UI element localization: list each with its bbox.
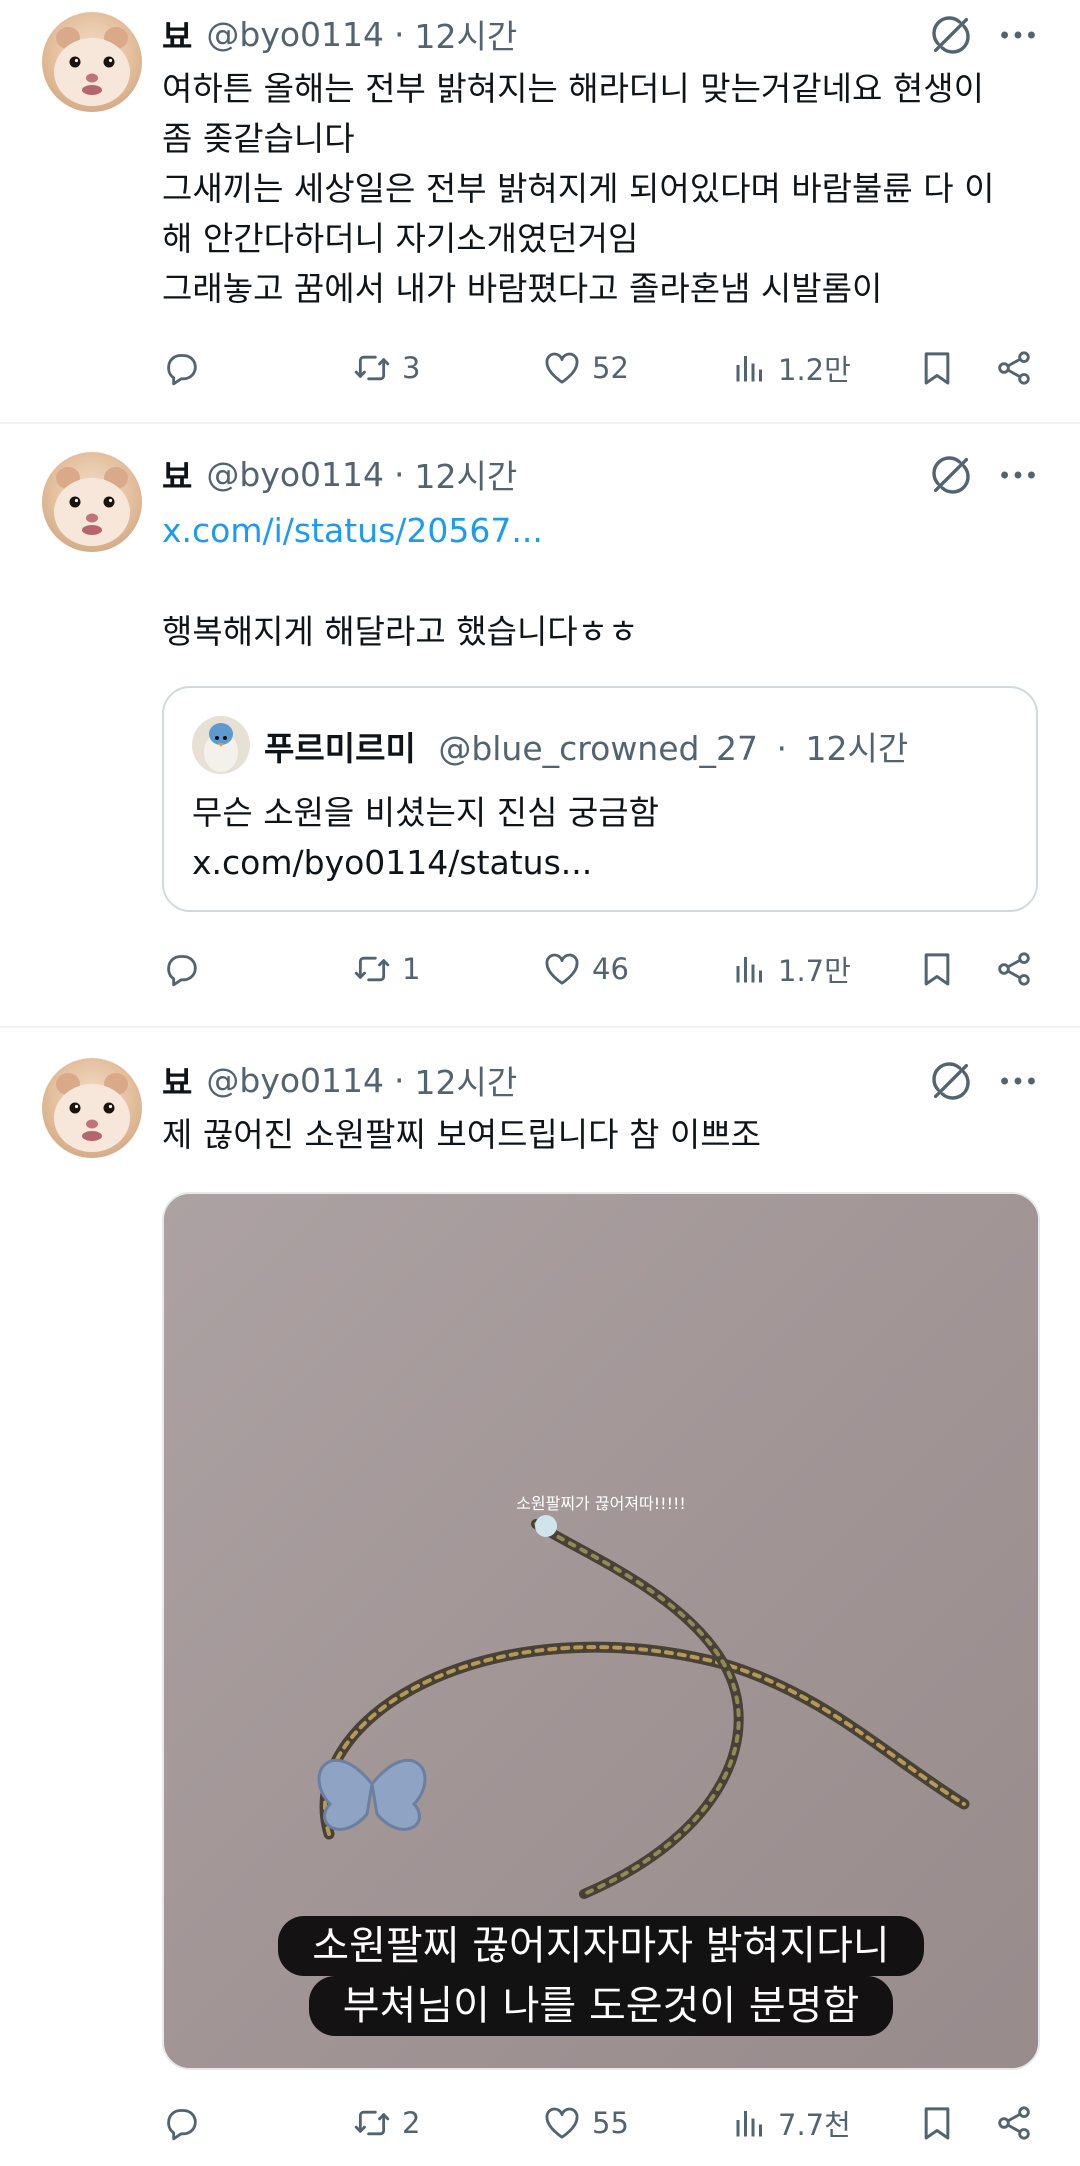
more-icon[interactable]	[995, 12, 1041, 58]
grok-icon[interactable]	[928, 12, 974, 58]
tweet-text: 행복해지게 해달라고 했습니다ㅎㅎ	[162, 612, 639, 651]
like-count: 55	[592, 2106, 629, 2140]
views-button[interactable]: 1.7만	[732, 944, 851, 994]
handle[interactable]: @byo0114	[206, 1061, 384, 1100]
reply-button[interactable]	[162, 2098, 212, 2148]
separator-dot: ·	[394, 1060, 405, 1100]
subtitle-line-2: 부쳐님이 나를 도운것이 분명함	[308, 1976, 894, 2036]
avatar[interactable]	[42, 1058, 142, 1158]
tweet-text: 제 끊어진 소원팔찌 보여드립니다 참 이쁘조	[162, 1115, 761, 1154]
share-icon	[994, 348, 1034, 388]
tweet[interactable]: 뵤 @byo0114 · 12시간 여하튼 올해는 전부 밝혀지는 해라더니 맞…	[0, 0, 1080, 420]
heart-icon	[542, 2103, 582, 2143]
tweet[interactable]: 뵤 @byo0114 · 12시간 제 끊어진 소원팔찌 보여드립니다 참 이쁘…	[0, 1028, 1080, 2166]
like-count: 52	[592, 351, 629, 385]
timestamp[interactable]: 12시간	[415, 10, 518, 58]
separator-dot: ·	[394, 14, 405, 54]
retweet-icon	[352, 2103, 392, 2143]
separator-dot: ·	[776, 729, 787, 768]
bookmark-icon	[917, 949, 957, 989]
retweet-count: 1	[402, 952, 421, 986]
display-name[interactable]: 뵤	[162, 1056, 192, 1104]
more-icon[interactable]	[995, 1058, 1041, 1104]
retweet-icon	[352, 949, 392, 989]
heart-icon	[542, 348, 582, 388]
timestamp[interactable]: 12시간	[415, 450, 518, 498]
tweet-header: 뵤 @byo0114 · 12시간	[162, 14, 517, 57]
photo-caption: 소원팔찌가 끊어져따!!!!!	[516, 1494, 686, 1513]
like-button[interactable]: 46	[542, 944, 629, 994]
quote-avatar	[192, 716, 250, 774]
tweet-link[interactable]: x.com/i/status/20567...	[162, 511, 543, 550]
share-icon	[994, 2103, 1034, 2143]
display-name[interactable]: 뵤	[162, 10, 192, 58]
retweet-button[interactable]: 1	[352, 944, 420, 994]
like-button[interactable]: 55	[542, 2098, 629, 2148]
like-button[interactable]: 52	[542, 343, 629, 393]
view-count: 1.2만	[778, 353, 851, 387]
share-button[interactable]	[994, 2098, 1044, 2148]
quote-timestamp: 12시간	[805, 729, 909, 768]
quote-text: 무슨 소원을 비셨는지 진심 궁금함 x.com/byo0114/status.…	[192, 793, 659, 882]
heart-icon	[542, 949, 582, 989]
views-icon	[732, 350, 768, 386]
avatar[interactable]	[42, 452, 142, 552]
tweet-header: 뵤 @byo0114 · 12시간	[162, 454, 517, 497]
subtitle-box: 소원팔찌 끊어지자마자 밝혀지다니 부쳐님이 나를 도운것이 분명함	[164, 1916, 1038, 2036]
view-count: 7.7천	[778, 2108, 851, 2142]
tweet-text: 여하튼 올해는 전부 밝혀지는 해라더니 맞는거같네요 현생이 좀 좆같습니다 …	[162, 69, 995, 308]
reply-button[interactable]	[162, 944, 212, 994]
reply-icon	[162, 2103, 202, 2143]
quoted-tweet[interactable]: 푸르미르미 @blue_crowned_27 · 12시간 무슨 소원을 비셨는…	[162, 686, 1038, 912]
reply-icon	[162, 348, 202, 388]
handle[interactable]: @byo0114	[206, 15, 384, 54]
retweet-button[interactable]: 2	[352, 2098, 420, 2148]
tweet[interactable]: 뵤 @byo0114 · 12시간 x.com/i/status/20567..…	[0, 424, 1080, 1024]
view-count: 1.7만	[778, 954, 851, 988]
share-button[interactable]	[994, 944, 1044, 994]
bookmark-icon	[917, 348, 957, 388]
reply-button[interactable]	[162, 343, 212, 393]
quote-display-name: 푸르미르미	[264, 729, 416, 768]
tweet-header: 뵤 @byo0114 · 12시간	[162, 1060, 517, 1103]
retweet-icon	[352, 348, 392, 388]
bookmark-button[interactable]	[917, 2098, 967, 2148]
views-button[interactable]: 7.7천	[732, 2098, 851, 2148]
tweet-photo[interactable]: 소원팔찌가 끊어져따!!!!! 소원팔찌 끊어지자마자 밝혀지다니 부쳐님이 나…	[162, 1192, 1040, 2070]
quote-header: 푸르미르미 @blue_crowned_27 · 12시간	[264, 722, 908, 770]
views-icon	[732, 2105, 768, 2141]
share-button[interactable]	[994, 343, 1044, 393]
quote-handle: @blue_crowned_27	[438, 729, 758, 768]
timestamp[interactable]: 12시간	[415, 1056, 518, 1104]
action-bar: 3 52 1.2만	[162, 343, 1042, 393]
more-icon[interactable]	[995, 452, 1041, 498]
retweet-count: 3	[402, 351, 421, 385]
avatar[interactable]	[42, 12, 142, 112]
reply-icon	[162, 949, 202, 989]
bookmark-icon	[917, 2103, 957, 2143]
retweet-count: 2	[402, 2106, 421, 2140]
grok-icon[interactable]	[928, 452, 974, 498]
display-name[interactable]: 뵤	[162, 450, 192, 498]
handle[interactable]: @byo0114	[206, 455, 384, 494]
separator-dot: ·	[394, 454, 405, 494]
views-button[interactable]: 1.2만	[732, 343, 851, 393]
subtitle-line-1: 소원팔찌 끊어지자마자 밝혀지다니	[278, 1916, 924, 1976]
bookmark-button[interactable]	[917, 944, 967, 994]
grok-icon[interactable]	[928, 1058, 974, 1104]
action-bar: 1 46 1.7만	[162, 944, 1042, 994]
action-bar: 2 55 7.7천	[162, 2098, 1042, 2148]
views-icon	[732, 951, 768, 987]
like-count: 46	[592, 952, 629, 986]
retweet-button[interactable]: 3	[352, 343, 420, 393]
share-icon	[994, 949, 1034, 989]
bookmark-button[interactable]	[917, 343, 967, 393]
